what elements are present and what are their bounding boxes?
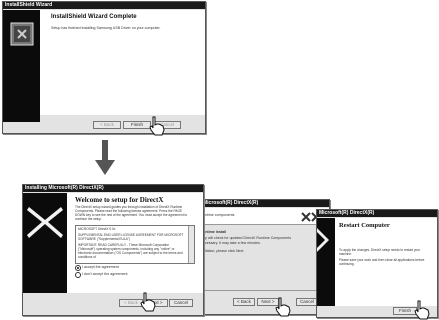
installshield-heading: InstallShield Wizard Complete	[51, 14, 137, 20]
back-button[interactable]: < Back	[233, 298, 255, 306]
directx-x-partial-icon	[317, 228, 329, 252]
restart-titlebar: Microsoft(R) DirectX(R)	[317, 210, 437, 217]
decline-radio[interactable]	[75, 272, 81, 278]
install-section-title: untime Install	[203, 230, 227, 234]
installshield-side-panel	[3, 10, 40, 122]
restart-side-panel	[317, 218, 335, 306]
license-line: IMPORTANT: READ CAREFULLY - These Micros…	[78, 243, 183, 259]
license-scrollbar[interactable]	[188, 226, 194, 263]
install-divider	[201, 290, 329, 291]
accept-label: I accept the agreement	[82, 265, 119, 269]
install-subtitle: untime components	[203, 213, 235, 217]
directx-welcome-titlebar: Installing Microsoft(R) DirectX(R)	[23, 185, 203, 192]
pointer-hand-icon	[140, 292, 156, 312]
install-description-2: allation, please click Next.	[203, 249, 245, 253]
license-line: SUPPLEMENTAL END USER LICENSE AGREEMENT …	[78, 233, 184, 241]
accept-radio[interactable]	[75, 265, 81, 271]
pointer-hand-icon	[275, 297, 291, 317]
directx-install-titlebar: Microsoft(R) DirectX(R)	[201, 200, 329, 207]
installshield-message: Setup has finished installing Samsung US…	[51, 26, 161, 30]
cancel-button[interactable]: Cancel	[296, 298, 318, 306]
directx-welcome-window: Installing Microsoft(R) DirectX(R) Welco…	[22, 184, 204, 316]
down-arrow-icon	[95, 140, 115, 175]
install-description: up will check for updated DirectX Runtim…	[203, 236, 292, 245]
installshield-window: InstallShield Wizard InstallShield Wizar…	[2, 1, 206, 134]
directx-install-window: Microsoft(R) DirectX(R) untime component…	[200, 199, 330, 315]
license-agreement-box[interactable]: MICROSOFT DirectX 9.0c SUPPLEMENTAL END …	[75, 225, 195, 264]
restart-heading: Restart Computer	[339, 222, 390, 229]
installshield-titlebar: InstallShield Wizard	[3, 2, 205, 9]
restart-message-2: Please save your work and then close all…	[339, 258, 425, 266]
decline-label: I don't accept the agreement	[82, 272, 128, 276]
cancel-button[interactable]: Cancel	[169, 299, 193, 307]
restart-message-1: To apply the changes, DirectX setup need…	[339, 248, 421, 256]
pointer-hand-icon	[149, 116, 165, 136]
installshield-logo-icon	[10, 22, 34, 46]
directx-welcome-heading: Welcome to setup for DirectX	[75, 196, 164, 204]
directx-side-panel	[23, 193, 67, 293]
directx-welcome-intro: The DirectX setup wizard guides you thro…	[75, 205, 188, 221]
pointer-hand-icon	[414, 300, 430, 320]
back-button[interactable]: < Back	[93, 121, 121, 129]
directx-x-logo-icon	[27, 207, 63, 238]
radio-dot	[77, 267, 79, 269]
license-line: MICROSOFT DirectX 9.0c	[78, 227, 116, 231]
